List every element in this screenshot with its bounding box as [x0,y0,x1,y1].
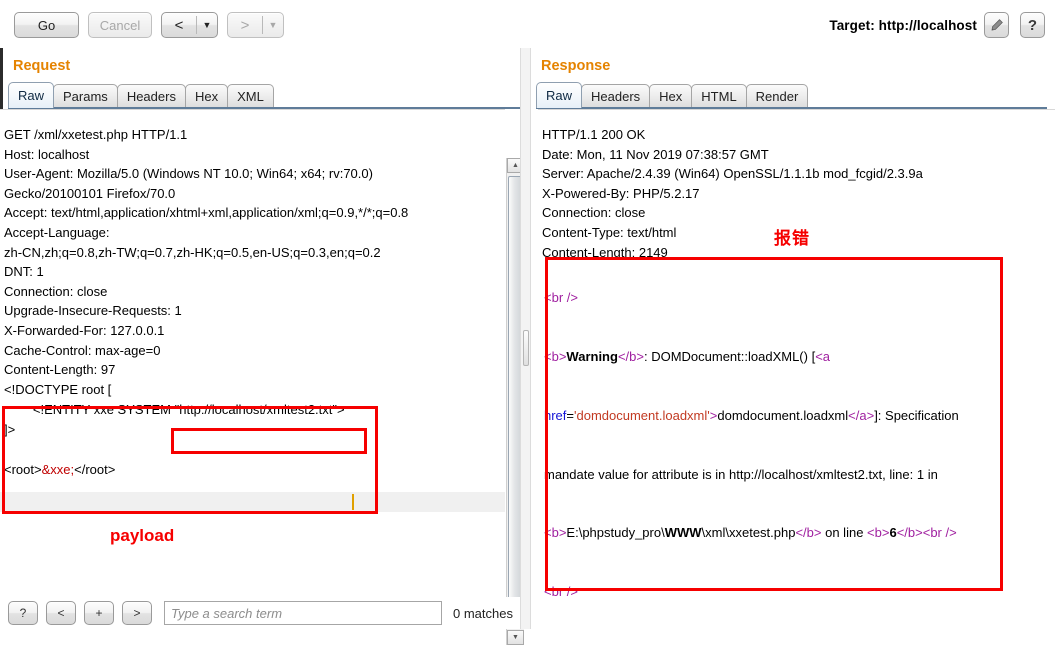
response-line: <br /> [544,288,959,308]
response-title: Response [541,58,610,74]
text-cursor [352,494,354,510]
chevron-down-icon: ▼ [263,21,283,30]
error-annotation-label: 报错 [774,224,810,249]
request-panel: Request Raw Params Headers Hex XML GET /… [0,48,528,629]
tab-response-html[interactable]: HTML [691,84,746,108]
request-search-help-button[interactable]: ? [8,601,38,625]
request-body-entity: <!ENTITY xxe SYSTEM "http://localhost/xm… [4,400,345,420]
forward-button: > ▼ [227,12,284,38]
response-line: <br /> [544,582,959,597]
tab-response-render[interactable]: Render [746,84,809,108]
tab-response-headers[interactable]: Headers [581,84,650,108]
response-editor[interactable]: HTTP/1.1 200 OK Date: Mon, 11 Nov 2019 0… [538,109,1055,597]
response-line: mandate value for attribute is in http:/… [544,465,959,485]
request-title: Request [13,58,70,74]
request-search-bar: ? < + > Type a search term 0 matches [0,597,528,629]
request-headers-text: GET /xml/xxetest.php HTTP/1.1 Host: loca… [4,125,408,380]
request-search-next-button[interactable]: > [122,601,152,625]
request-body-close-bracket: ]> [4,420,15,440]
go-button[interactable]: Go [14,12,79,38]
request-search-input[interactable]: Type a search term [164,601,442,625]
response-body-text: <br /> <b>Warning</b>: DOMDocument::load… [544,249,959,597]
chevron-down-icon[interactable]: ▼ [197,21,217,30]
response-line: <b>Warning</b>: DOMDocument::loadXML() [… [544,347,959,367]
request-search-add-button[interactable]: + [84,601,114,625]
request-editor[interactable]: GET /xml/xxetest.php HTTP/1.1 Host: loca… [0,109,505,597]
tab-request-hex[interactable]: Hex [185,84,228,108]
payload-annotation-label: payload [110,526,174,546]
burp-repeater-window: Go Cancel < ▼ > ▼ Target: http://localho… [0,0,1055,629]
response-headers-text: HTTP/1.1 200 OK Date: Mon, 11 Nov 2019 0… [542,125,923,262]
current-line-highlight [0,492,505,512]
scroll-down-icon[interactable]: ▼ [507,630,524,645]
cancel-button: Cancel [88,12,152,38]
response-panel: Response Raw Headers Hex HTML Render HTT… [528,48,1055,629]
response-line: <b>E:\phpstudy_pro\WWW\xml\xxetest.php</… [544,523,959,543]
tab-request-raw[interactable]: Raw [8,82,54,108]
pencil-icon[interactable] [984,12,1009,38]
response-tab-bar: Raw Headers Hex HTML Render [536,81,807,108]
tab-response-raw[interactable]: Raw [536,82,582,108]
request-body-doctype: <!DOCTYPE root [ [4,380,111,400]
request-search-prev-button[interactable]: < [46,601,76,625]
back-arrow-icon: < [162,18,196,33]
request-match-count: 0 matches [453,606,513,621]
tab-request-headers[interactable]: Headers [117,84,186,108]
tab-request-params[interactable]: Params [53,84,118,108]
response-line: href='domdocument.loadxml'>domdocument.l… [544,406,959,426]
target-label: Target: http://localhost [829,18,977,33]
request-body-root: <root>&xxe;</root> [4,460,115,480]
top-toolbar: Go Cancel < ▼ > ▼ Target: http://localho… [0,0,1055,48]
tab-response-hex[interactable]: Hex [649,84,692,108]
forward-arrow-icon: > [228,18,262,33]
help-icon[interactable]: ? [1020,12,1045,38]
tab-request-xml[interactable]: XML [227,84,274,108]
request-tab-bar: Raw Params Headers Hex XML [8,81,273,108]
back-button[interactable]: < ▼ [161,12,218,38]
